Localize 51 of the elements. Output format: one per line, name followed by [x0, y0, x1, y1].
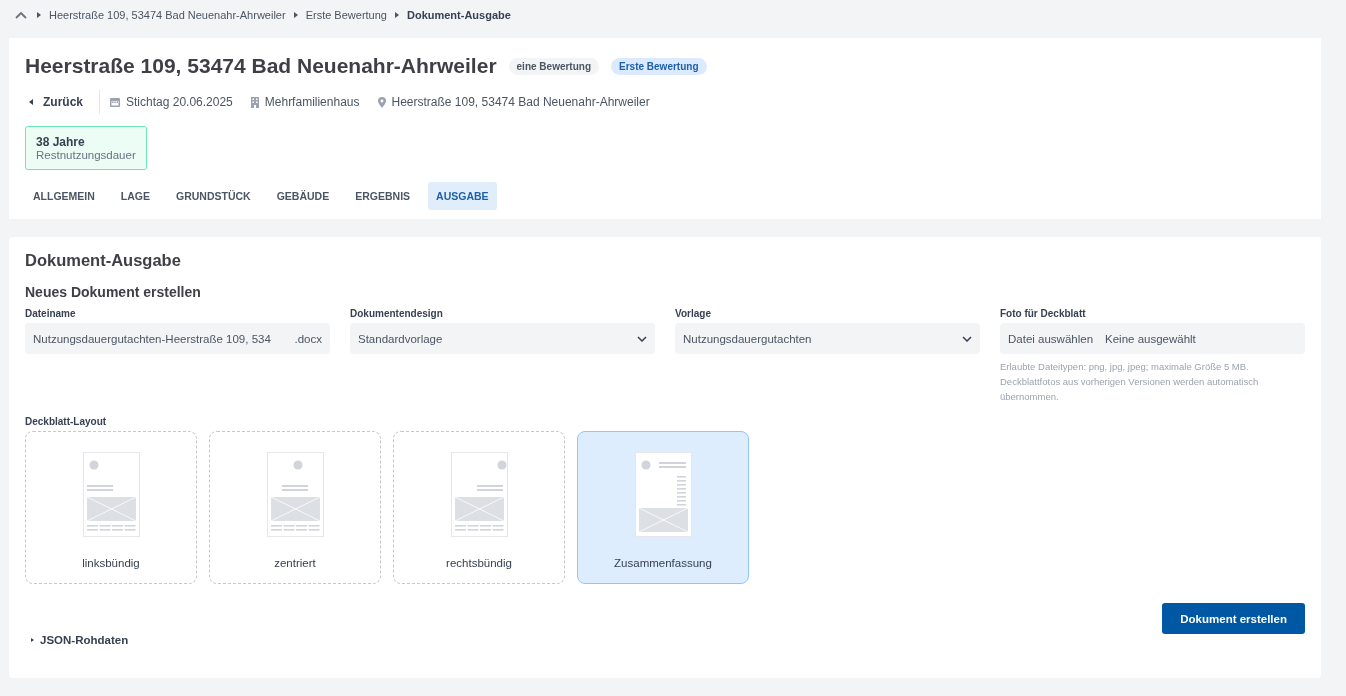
- tab[interactable]: GEBÄUDE: [268, 182, 338, 210]
- field-hint: Erlaubte Dateitypen: png, jpg, jpeg; maximale Größe 5 MB. Deckblattfotos aus vorherigen Versionen werden automatisch übernommen.: [1000, 360, 1260, 404]
- field-label: Foto für Deckblatt: [1000, 308, 1087, 319]
- field-label: Deckblatt-Layout: [25, 416, 108, 427]
- filename-input[interactable]: Nutzungsdauergutachten-Heerstraße 109, 534 .docx: [25, 323, 330, 354]
- file-status: Keine ausgewählt: [1105, 332, 1196, 345]
- stat-label: Restnutzungsdauer: [36, 149, 136, 161]
- tab[interactable]: LAGE: [112, 182, 158, 210]
- tab[interactable]: ALLGEMEIN: [25, 182, 103, 210]
- meta-text: Stichtag 20.06.2025: [126, 95, 233, 109]
- layout-option[interactable]: zentriert: [209, 431, 381, 584]
- chevron-icon: [37, 12, 41, 18]
- field-label: Dokumentendesign: [350, 308, 444, 319]
- page-layout-icon: [266, 452, 324, 537]
- field-label: Dateiname: [25, 308, 77, 319]
- tab[interactable]: GRUNDSTÜCK: [168, 182, 259, 210]
- breadcrumb-link[interactable]: Erste Bewertung: [305, 9, 387, 21]
- dropdown[interactable]: Standardvorlage: [350, 323, 655, 354]
- choose-file-button[interactable]: Datei auswählen: [1008, 332, 1094, 345]
- section-title: Dokument-Ausgabe: [25, 251, 182, 270]
- page-layout-icon: [450, 452, 508, 537]
- stat-value: 38 Jahre: [36, 135, 86, 149]
- file-input[interactable]: Datei auswählen Keine ausgewählt: [1000, 323, 1305, 354]
- meta-text: Mehrfamilienhaus: [264, 95, 360, 109]
- field-label: Vorlage: [675, 308, 712, 319]
- chevron-icon: [293, 12, 298, 18]
- layout-option[interactable]: rechtsbündig: [393, 431, 565, 584]
- tab[interactable]: ERGEBNIS: [347, 182, 419, 210]
- status-badge: eine Bewertung: [508, 57, 600, 75]
- file-extension: .docx: [294, 332, 322, 345]
- page-title: Heerstraße 109, 53474 Bad Neuenahr-Ahrweiler: [25, 54, 497, 78]
- breadcrumb-current: Dokument-Ausgabe: [406, 9, 511, 21]
- layout-option[interactable]: linksbündig: [25, 431, 197, 584]
- status-badge: Erste Bewertung: [611, 57, 707, 75]
- page-layout-icon: [634, 452, 692, 537]
- building-icon: [250, 96, 259, 108]
- json-toggle[interactable]: JSON-Rohdaten: [25, 634, 135, 646]
- location-pin-icon: [377, 96, 386, 108]
- meta-text: Heerstraße 109, 53474 Bad Neuenahr-Ahrweiler: [391, 95, 650, 109]
- section-subtitle: Neues Dokument erstellen: [25, 284, 202, 300]
- create-document-button[interactable]: Dokument erstellen: [1162, 603, 1305, 634]
- chevron-down-icon: [637, 335, 647, 342]
- back-button[interactable]: Zurück: [25, 95, 93, 109]
- breadcrumb-link[interactable]: Heerstraße 109, 53474 Bad Neuenahr-Ahrweiler: [49, 9, 286, 21]
- calendar-icon: [110, 97, 120, 107]
- dropdown[interactable]: Nutzungsdauergutachten: [675, 323, 980, 354]
- tab[interactable]: AUSGABE: [428, 182, 497, 210]
- page-layout-icon: [82, 452, 140, 537]
- layout-option[interactable]: Zusammenfassung: [577, 431, 749, 584]
- chevron-icon: [394, 12, 399, 18]
- chevron-down-icon: [962, 335, 972, 342]
